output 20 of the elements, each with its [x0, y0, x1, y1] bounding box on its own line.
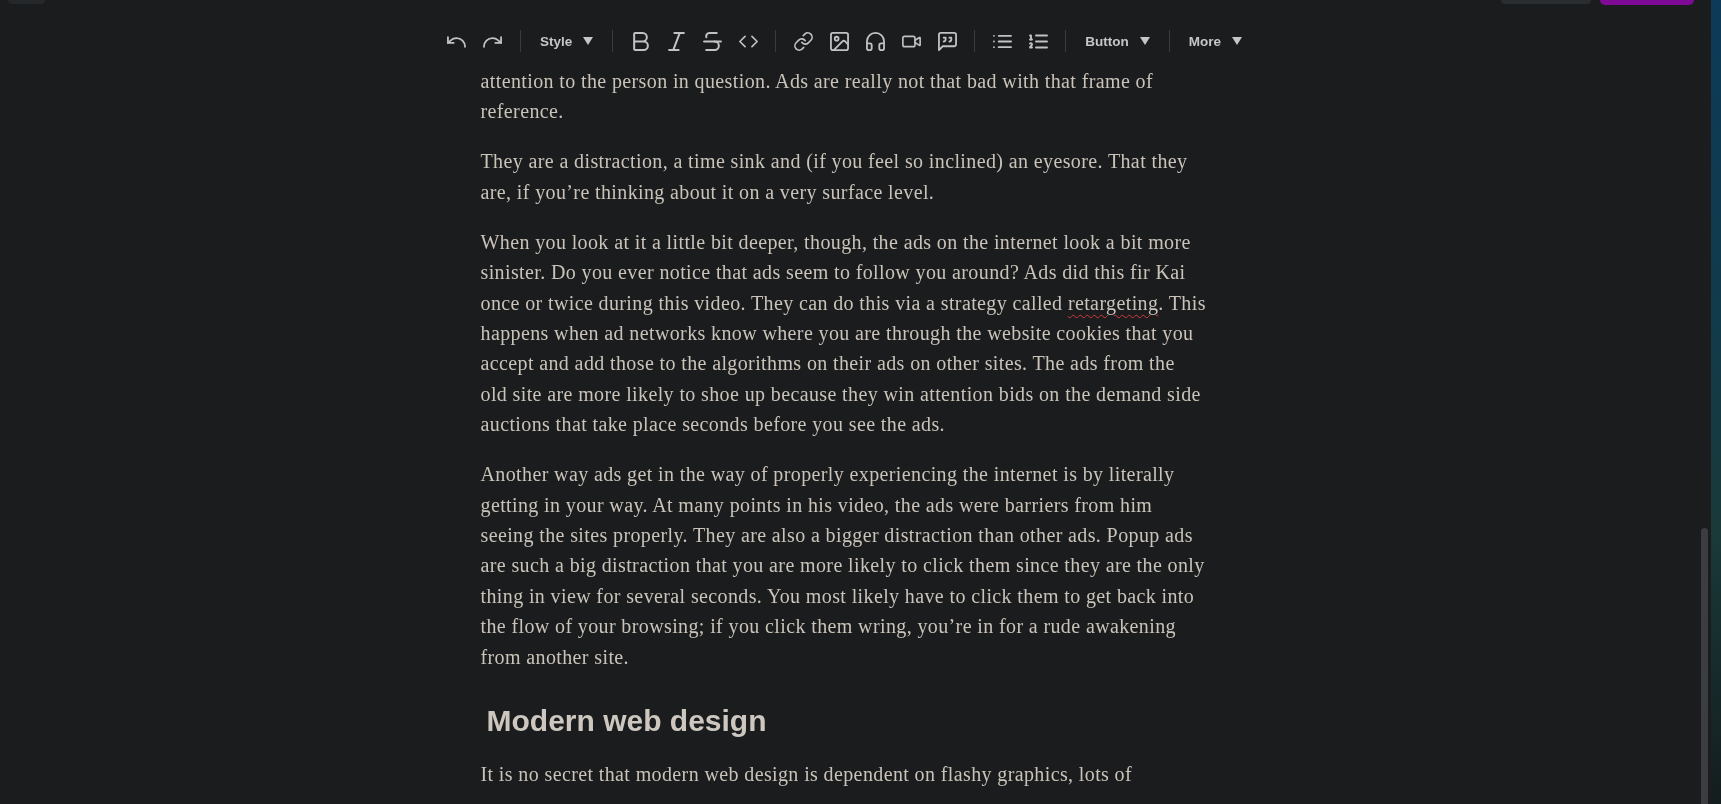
caret-icon	[583, 37, 594, 45]
paragraph: It is no secret that modern web design is dependent on flashy graphics, lots of	[480, 762, 1134, 788]
speech-bubble-icon	[937, 31, 957, 51]
paragraph: They are a distraction, a time sink and (if you feel so inclined) an eyesore. That they are, if you’re thinking about it on a very surface level.	[480, 149, 1189, 206]
more-dropdown[interactable]: More	[1178, 23, 1252, 59]
scrollbar-thumb[interactable]	[1701, 528, 1708, 804]
italic-icon	[666, 31, 686, 51]
bold-icon	[630, 31, 650, 51]
caret-icon	[1232, 37, 1242, 45]
paragraph: When you look at it a little bit deeper, though, the ads on the internet look a bit more sinister. Do you ever notice that ads seem to follow you around? Ads did this fir Kai once or twice during this video. They can do this via a strategy called retargeting. This happens when ad networks know where you are through the website cookies that you accept and add those to the algorithms on their ads on other sites. The ads from the old site are more likely to shoe up because they win attention bids on the demand side auctions that take place seconds before you see the ads.	[480, 229, 1207, 438]
paragraph: Another way ads get in the way of properly experiencing the internet is by literally getting in your way. At many points in his video, the ads were barriers from him seeing the sites properly. They are also a bigger distraction than other ads. Popup ads are such a big distraction that you are more likely to click them since they are the only thing in view for several seconds. You most likely have to click them to get back into the flow of your browsing; if you click them wring, you’re in for a rude awakening from another site.	[480, 462, 1206, 670]
button-dropdown[interactable]: Button	[1075, 23, 1160, 59]
section-heading: Modern web design	[485, 703, 768, 740]
headphones-icon	[865, 31, 885, 51]
paragraph: attention to the person in question. Ads are really not that bad with that frame of reference.	[480, 69, 1154, 125]
strikethrough-icon	[702, 31, 722, 51]
style-dropdown[interactable]: Style	[530, 23, 604, 59]
image-icon	[829, 31, 849, 51]
link-icon	[793, 31, 813, 51]
caret-icon	[1139, 37, 1150, 45]
